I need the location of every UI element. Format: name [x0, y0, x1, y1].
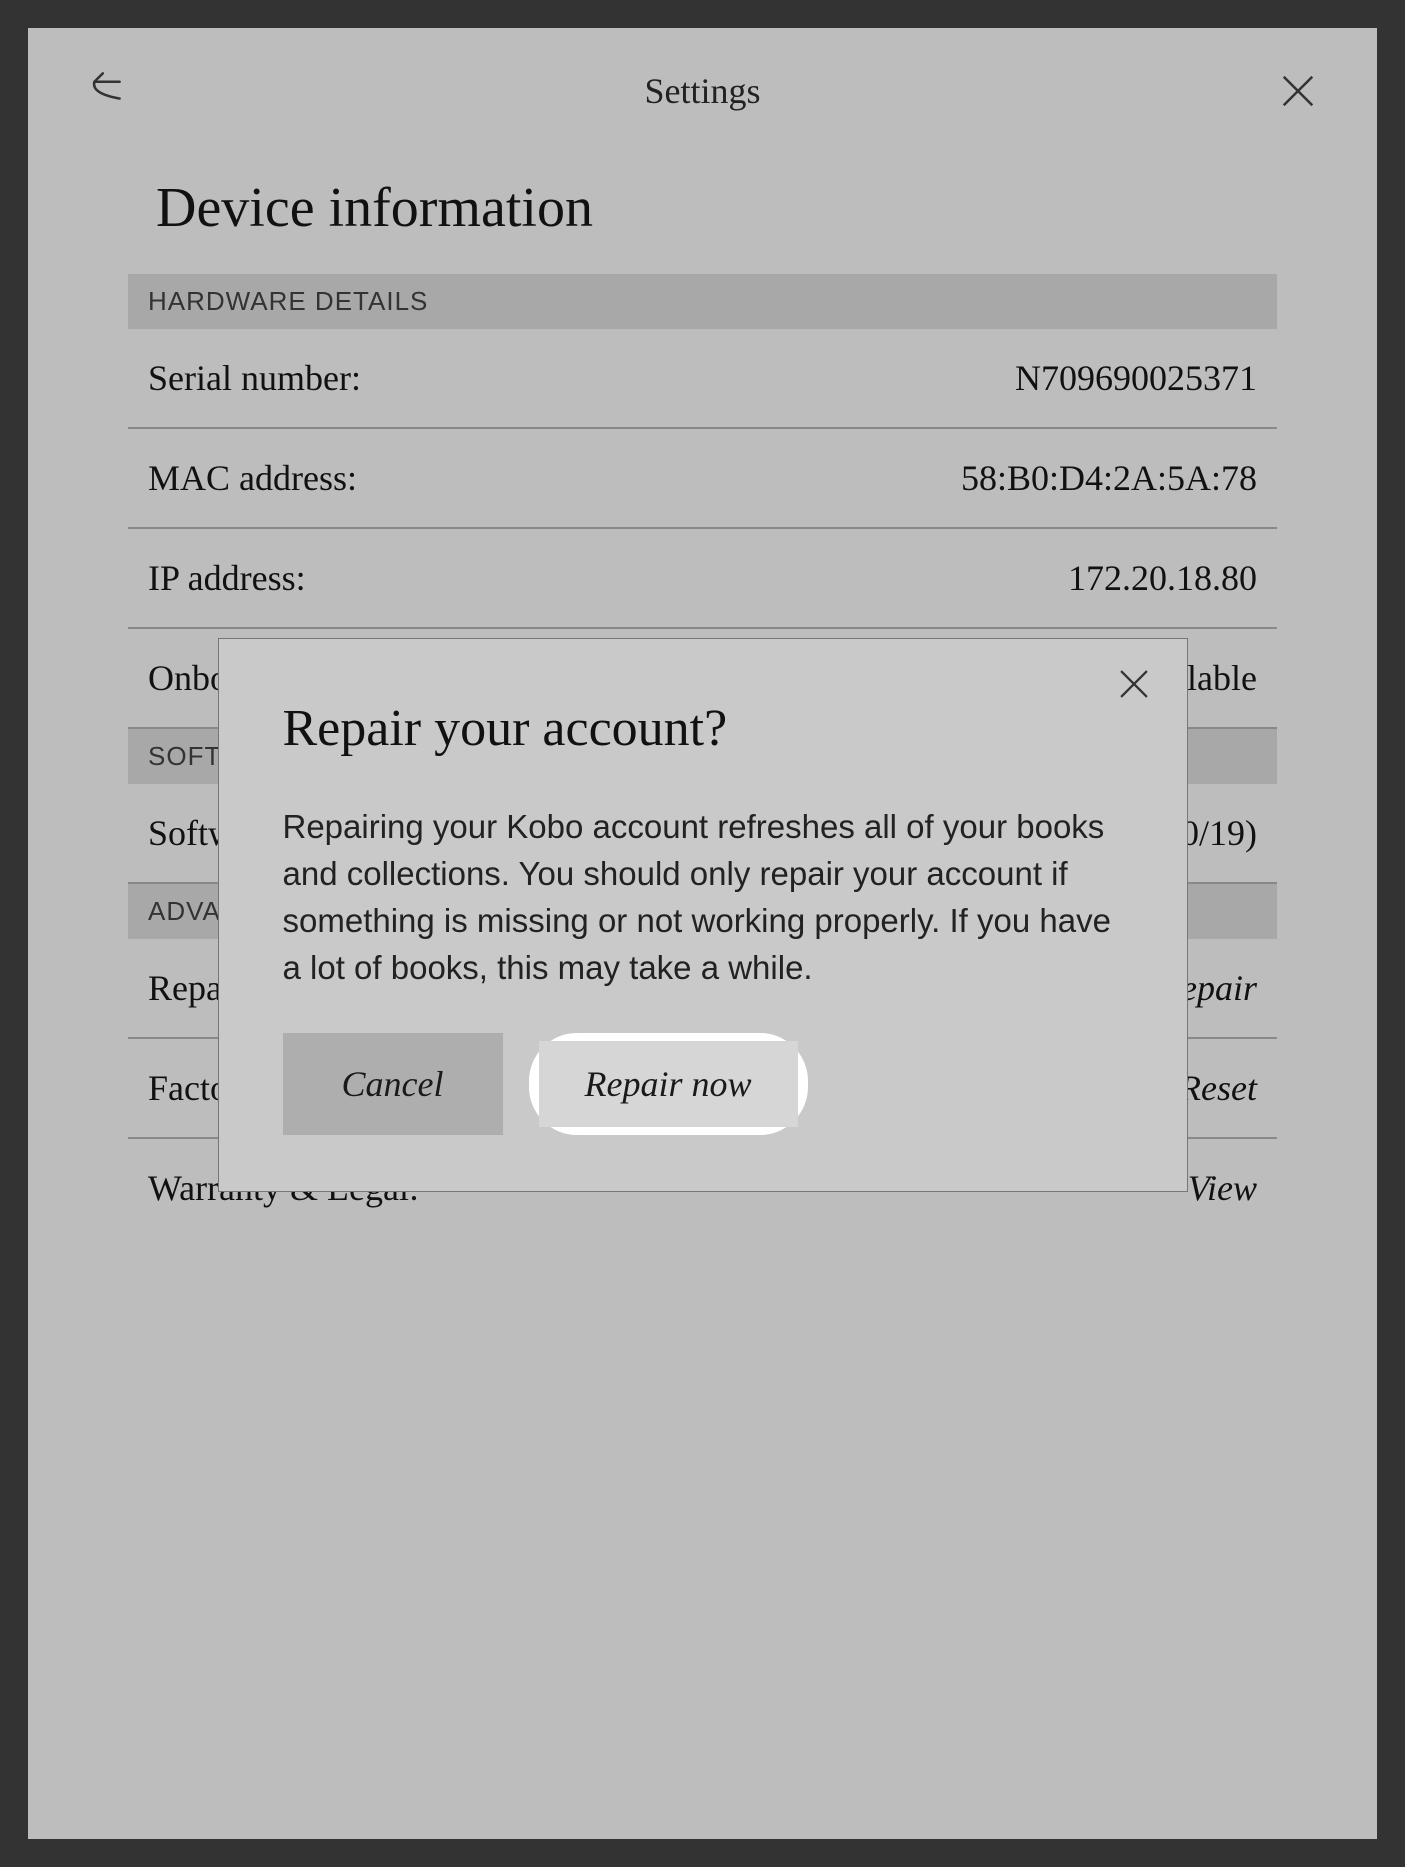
repair-account-dialog: Repair your account? Repairing your Kobo…	[218, 638, 1188, 1192]
dialog-overlay: Repair your account? Repairing your Kobo…	[28, 28, 1377, 1839]
dialog-body: Repairing your Kobo account refreshes al…	[283, 804, 1123, 991]
dialog-close-button[interactable]	[1115, 665, 1153, 708]
cancel-button[interactable]: Cancel	[283, 1033, 503, 1135]
dialog-title: Repair your account?	[283, 699, 1123, 758]
repair-now-button[interactable]: Repair now	[539, 1041, 798, 1127]
dialog-buttons: Cancel Repair now	[283, 1033, 1123, 1135]
close-icon	[1115, 665, 1153, 703]
repair-now-highlight: Repair now	[529, 1033, 808, 1135]
